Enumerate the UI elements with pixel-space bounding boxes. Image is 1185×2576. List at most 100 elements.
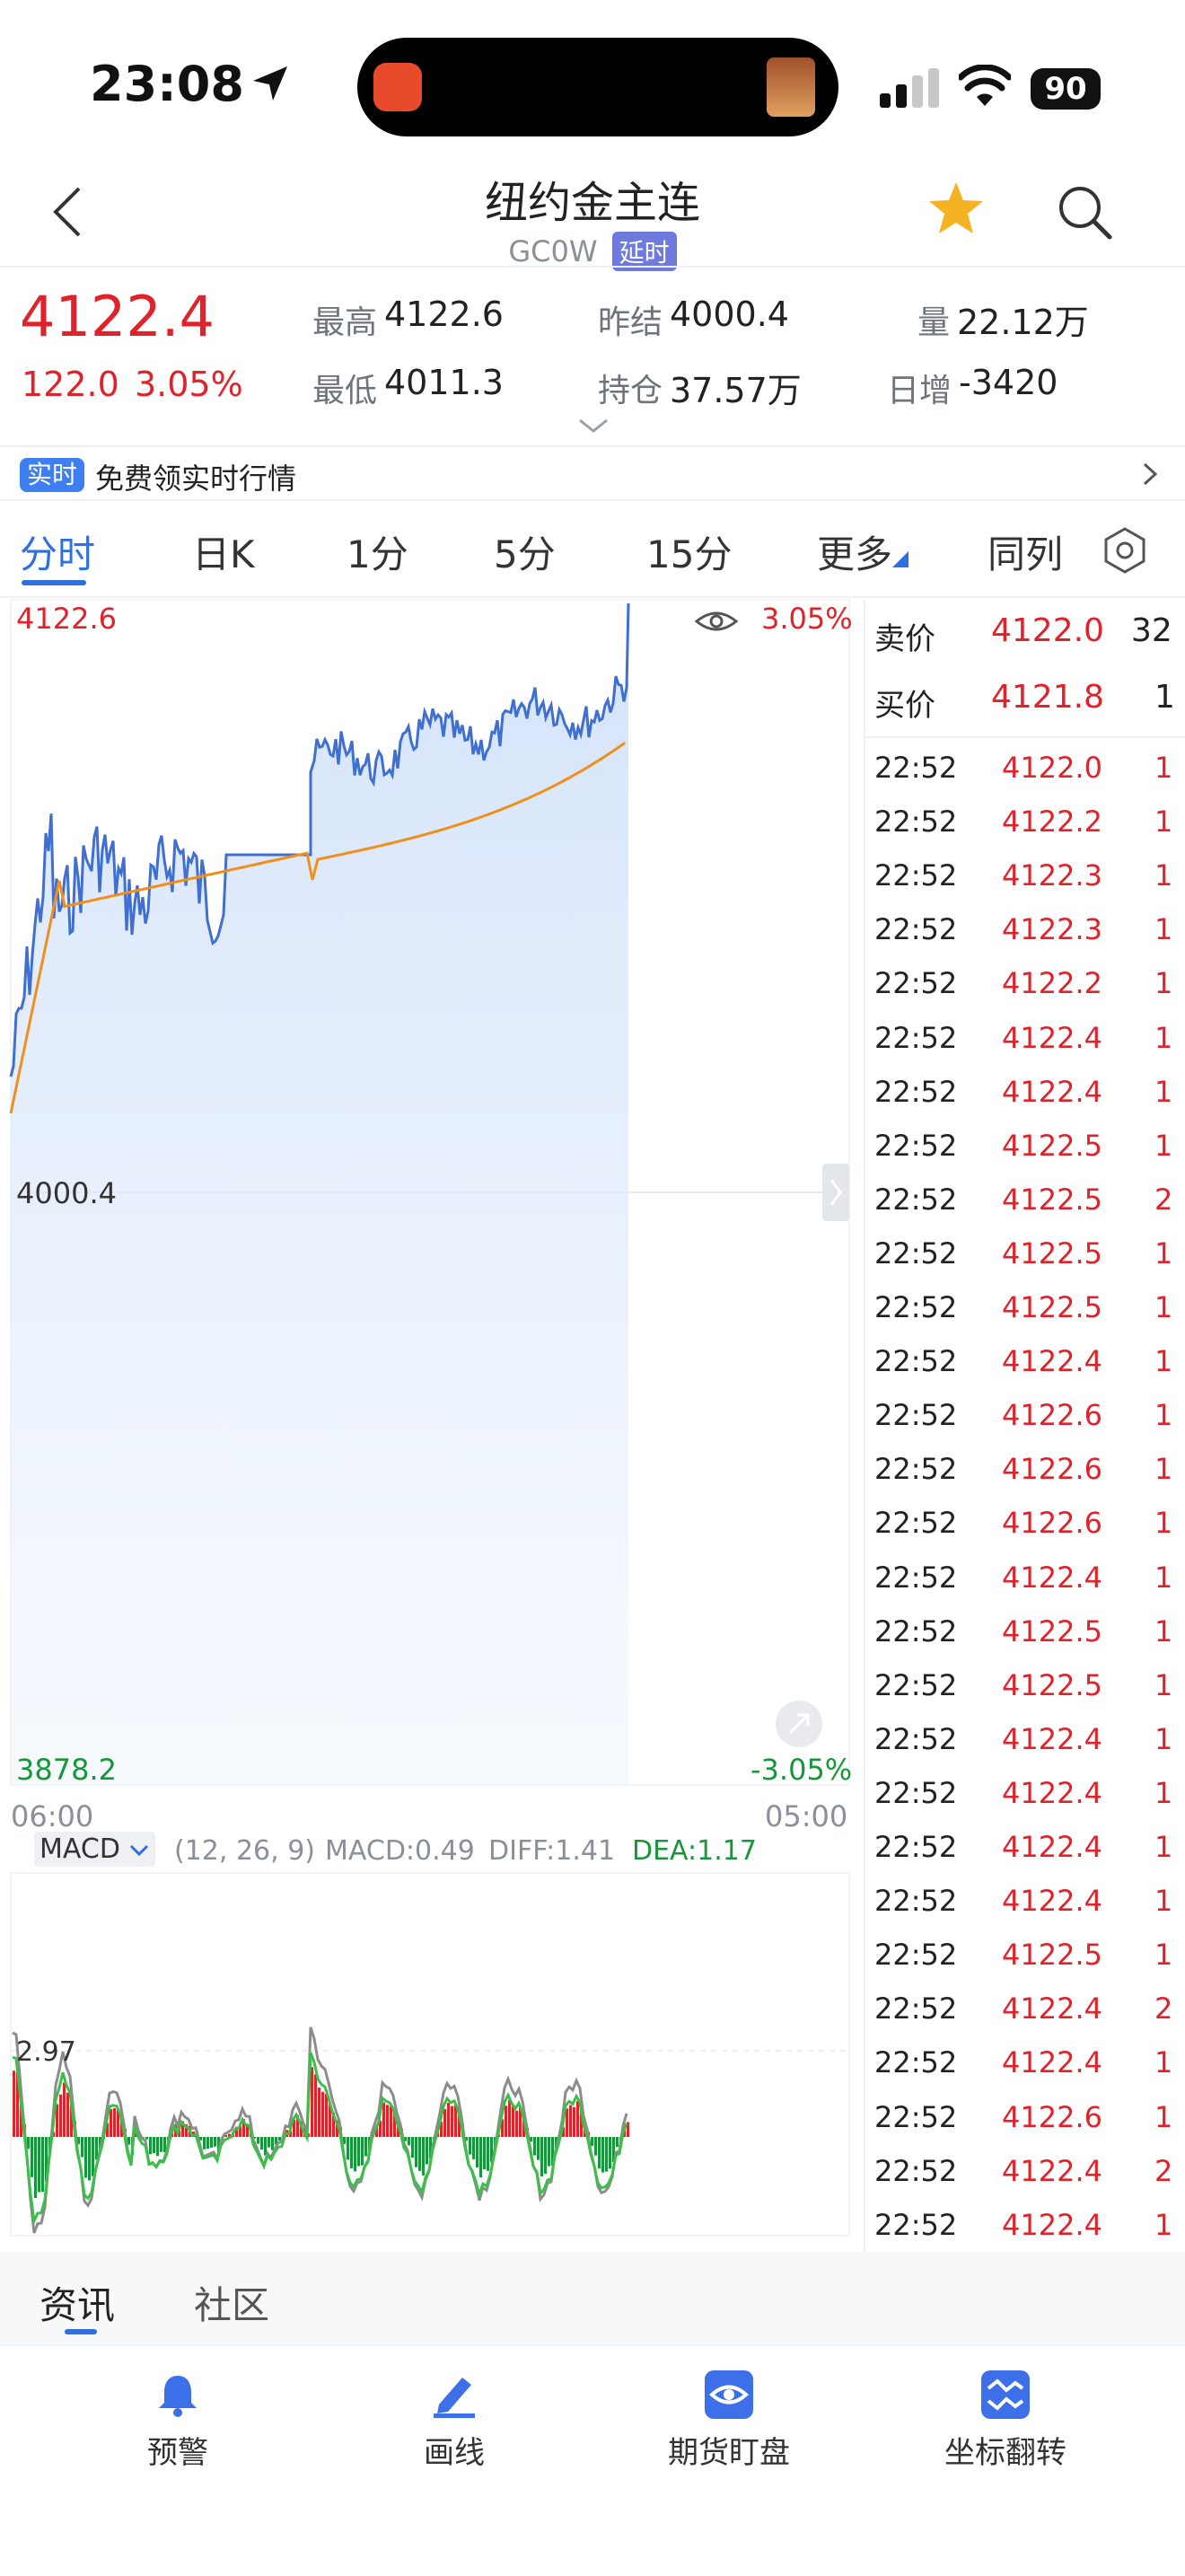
macd-bar bbox=[34, 2137, 37, 2199]
macd-bar bbox=[418, 2137, 421, 2171]
macd-bar bbox=[271, 2137, 274, 2150]
macd-bar bbox=[321, 2091, 324, 2137]
macd-bar bbox=[426, 2137, 428, 2165]
macd-bar bbox=[472, 2137, 475, 2159]
trade-qty: 1 bbox=[1154, 1290, 1173, 1324]
trade-qty: 1 bbox=[1154, 1020, 1173, 1055]
trade-qty: 1 bbox=[1154, 912, 1173, 947]
trade-qty: 1 bbox=[1154, 966, 1173, 1001]
macd-bar bbox=[354, 2137, 356, 2172]
tab-news[interactable]: 资讯 bbox=[40, 2275, 115, 2330]
ask-qty: 32 bbox=[1131, 612, 1172, 649]
macd-bar bbox=[508, 2100, 511, 2137]
macd-bar bbox=[268, 2137, 270, 2148]
macd-bar bbox=[203, 2137, 206, 2150]
trade-time: 22:52 bbox=[874, 1182, 958, 1217]
trade-time: 22:52 bbox=[874, 1020, 958, 1055]
trade-qty: 1 bbox=[1154, 1235, 1173, 1270]
macd-bar bbox=[113, 2107, 116, 2137]
macd-bar bbox=[13, 2070, 15, 2137]
macd-bar bbox=[483, 2137, 486, 2169]
trade-time: 22:52 bbox=[874, 2153, 958, 2188]
trade-time: 22:52 bbox=[874, 804, 958, 840]
nav-futures-watch[interactable]: 期货盯盘 bbox=[630, 2370, 828, 2472]
tab-same-column[interactable]: 同列 bbox=[988, 524, 1063, 579]
trade-qty: 1 bbox=[1154, 2099, 1173, 2134]
daily-increase-value: -3420 bbox=[959, 363, 1058, 402]
nav-axis-flip[interactable]: 坐标翻转 bbox=[907, 2370, 1104, 2472]
trade-time: 22:52 bbox=[874, 1830, 958, 1864]
volume-value: 22.12万 bbox=[957, 303, 1089, 342]
tab-community[interactable]: 社区 bbox=[194, 2275, 269, 2330]
trade-price: 4122.6 bbox=[1002, 1506, 1102, 1541]
wifi-icon bbox=[959, 65, 1011, 106]
macd-bar bbox=[544, 2137, 547, 2174]
trade-time: 22:52 bbox=[874, 1884, 958, 1919]
dropdown-triangle-icon bbox=[892, 551, 909, 567]
macd-bar bbox=[206, 2137, 209, 2150]
macd-bar bbox=[41, 2137, 44, 2193]
macd-bar bbox=[533, 2137, 536, 2156]
trade-price: 4122.4 bbox=[1002, 1884, 1102, 1919]
macd-bar bbox=[264, 2137, 267, 2156]
trade-price: 4122.4 bbox=[1002, 1560, 1102, 1595]
macd-bar bbox=[145, 2137, 148, 2140]
trade-time: 22:52 bbox=[874, 2099, 958, 2134]
ask-price: 4122.0 bbox=[991, 612, 1104, 649]
macd-frame bbox=[10, 1872, 850, 2237]
macd-bar bbox=[505, 2106, 507, 2137]
trade-qty: 1 bbox=[1154, 804, 1173, 840]
macd-bar bbox=[260, 2137, 263, 2150]
trade-time: 22:52 bbox=[874, 1128, 958, 1163]
trade-price: 4122.6 bbox=[1002, 2099, 1102, 2134]
search-icon[interactable] bbox=[1056, 183, 1113, 241]
flip-axis-icon bbox=[981, 2370, 1030, 2419]
trade-price: 4122.6 bbox=[1002, 1452, 1102, 1487]
trade-qty: 1 bbox=[1154, 1938, 1173, 1973]
macd-bar bbox=[469, 2137, 471, 2155]
trade-time: 22:52 bbox=[874, 1667, 958, 1702]
macd-bar bbox=[31, 2137, 33, 2177]
chevron-right-icon bbox=[1143, 462, 1158, 486]
nav-alert[interactable]: 预警 bbox=[79, 2370, 276, 2472]
star-icon[interactable] bbox=[926, 180, 986, 237]
macd-bar bbox=[63, 2082, 66, 2137]
macd-chart[interactable] bbox=[0, 0, 862, 2245]
trade-qty: 1 bbox=[1154, 1506, 1173, 1541]
trade-time: 22:52 bbox=[874, 912, 958, 947]
trade-price: 4122.3 bbox=[1002, 912, 1102, 947]
trade-price: 4122.5 bbox=[1002, 1938, 1102, 1973]
trade-time: 22:52 bbox=[874, 1344, 958, 1379]
macd-bar bbox=[548, 2137, 550, 2167]
trade-time: 22:52 bbox=[874, 1721, 958, 1756]
settings-hexagon-icon[interactable] bbox=[1101, 526, 1149, 575]
macd-level-label: 2.97 bbox=[16, 2036, 76, 2068]
trade-time: 22:52 bbox=[874, 1938, 958, 1973]
trade-qty: 1 bbox=[1154, 858, 1173, 893]
trade-qty: 1 bbox=[1154, 1830, 1173, 1864]
macd-bar bbox=[357, 2137, 360, 2167]
trade-qty: 1 bbox=[1154, 1128, 1173, 1163]
trade-price: 4122.4 bbox=[1002, 1721, 1102, 1756]
bid-qty: 1 bbox=[1154, 679, 1175, 716]
macd-bar bbox=[386, 2105, 389, 2137]
trade-price: 4122.5 bbox=[1002, 1182, 1102, 1217]
trade-price: 4122.5 bbox=[1002, 1667, 1102, 1702]
macd-bar bbox=[540, 2137, 543, 2177]
trade-qty: 1 bbox=[1154, 2207, 1173, 2242]
macd-bar bbox=[92, 2137, 94, 2176]
macd-bar bbox=[38, 2137, 40, 2193]
trade-time: 22:52 bbox=[874, 1775, 958, 1810]
bell-icon bbox=[159, 2376, 197, 2417]
trade-time: 22:52 bbox=[874, 1991, 958, 2027]
macd-bar bbox=[415, 2137, 417, 2167]
nav-draw-line[interactable]: 画线 bbox=[356, 2370, 553, 2472]
trade-time: 22:52 bbox=[874, 966, 958, 1001]
news-tab-indicator bbox=[65, 2329, 97, 2334]
trade-price: 4122.5 bbox=[1002, 1128, 1102, 1163]
trade-time: 22:52 bbox=[874, 858, 958, 893]
trade-price: 4122.5 bbox=[1002, 1235, 1102, 1270]
macd-bar bbox=[479, 2137, 482, 2178]
nav-futures-watch-label: 期货盯盘 bbox=[668, 2435, 790, 2471]
nav-axis-flip-label: 坐标翻转 bbox=[944, 2435, 1066, 2471]
